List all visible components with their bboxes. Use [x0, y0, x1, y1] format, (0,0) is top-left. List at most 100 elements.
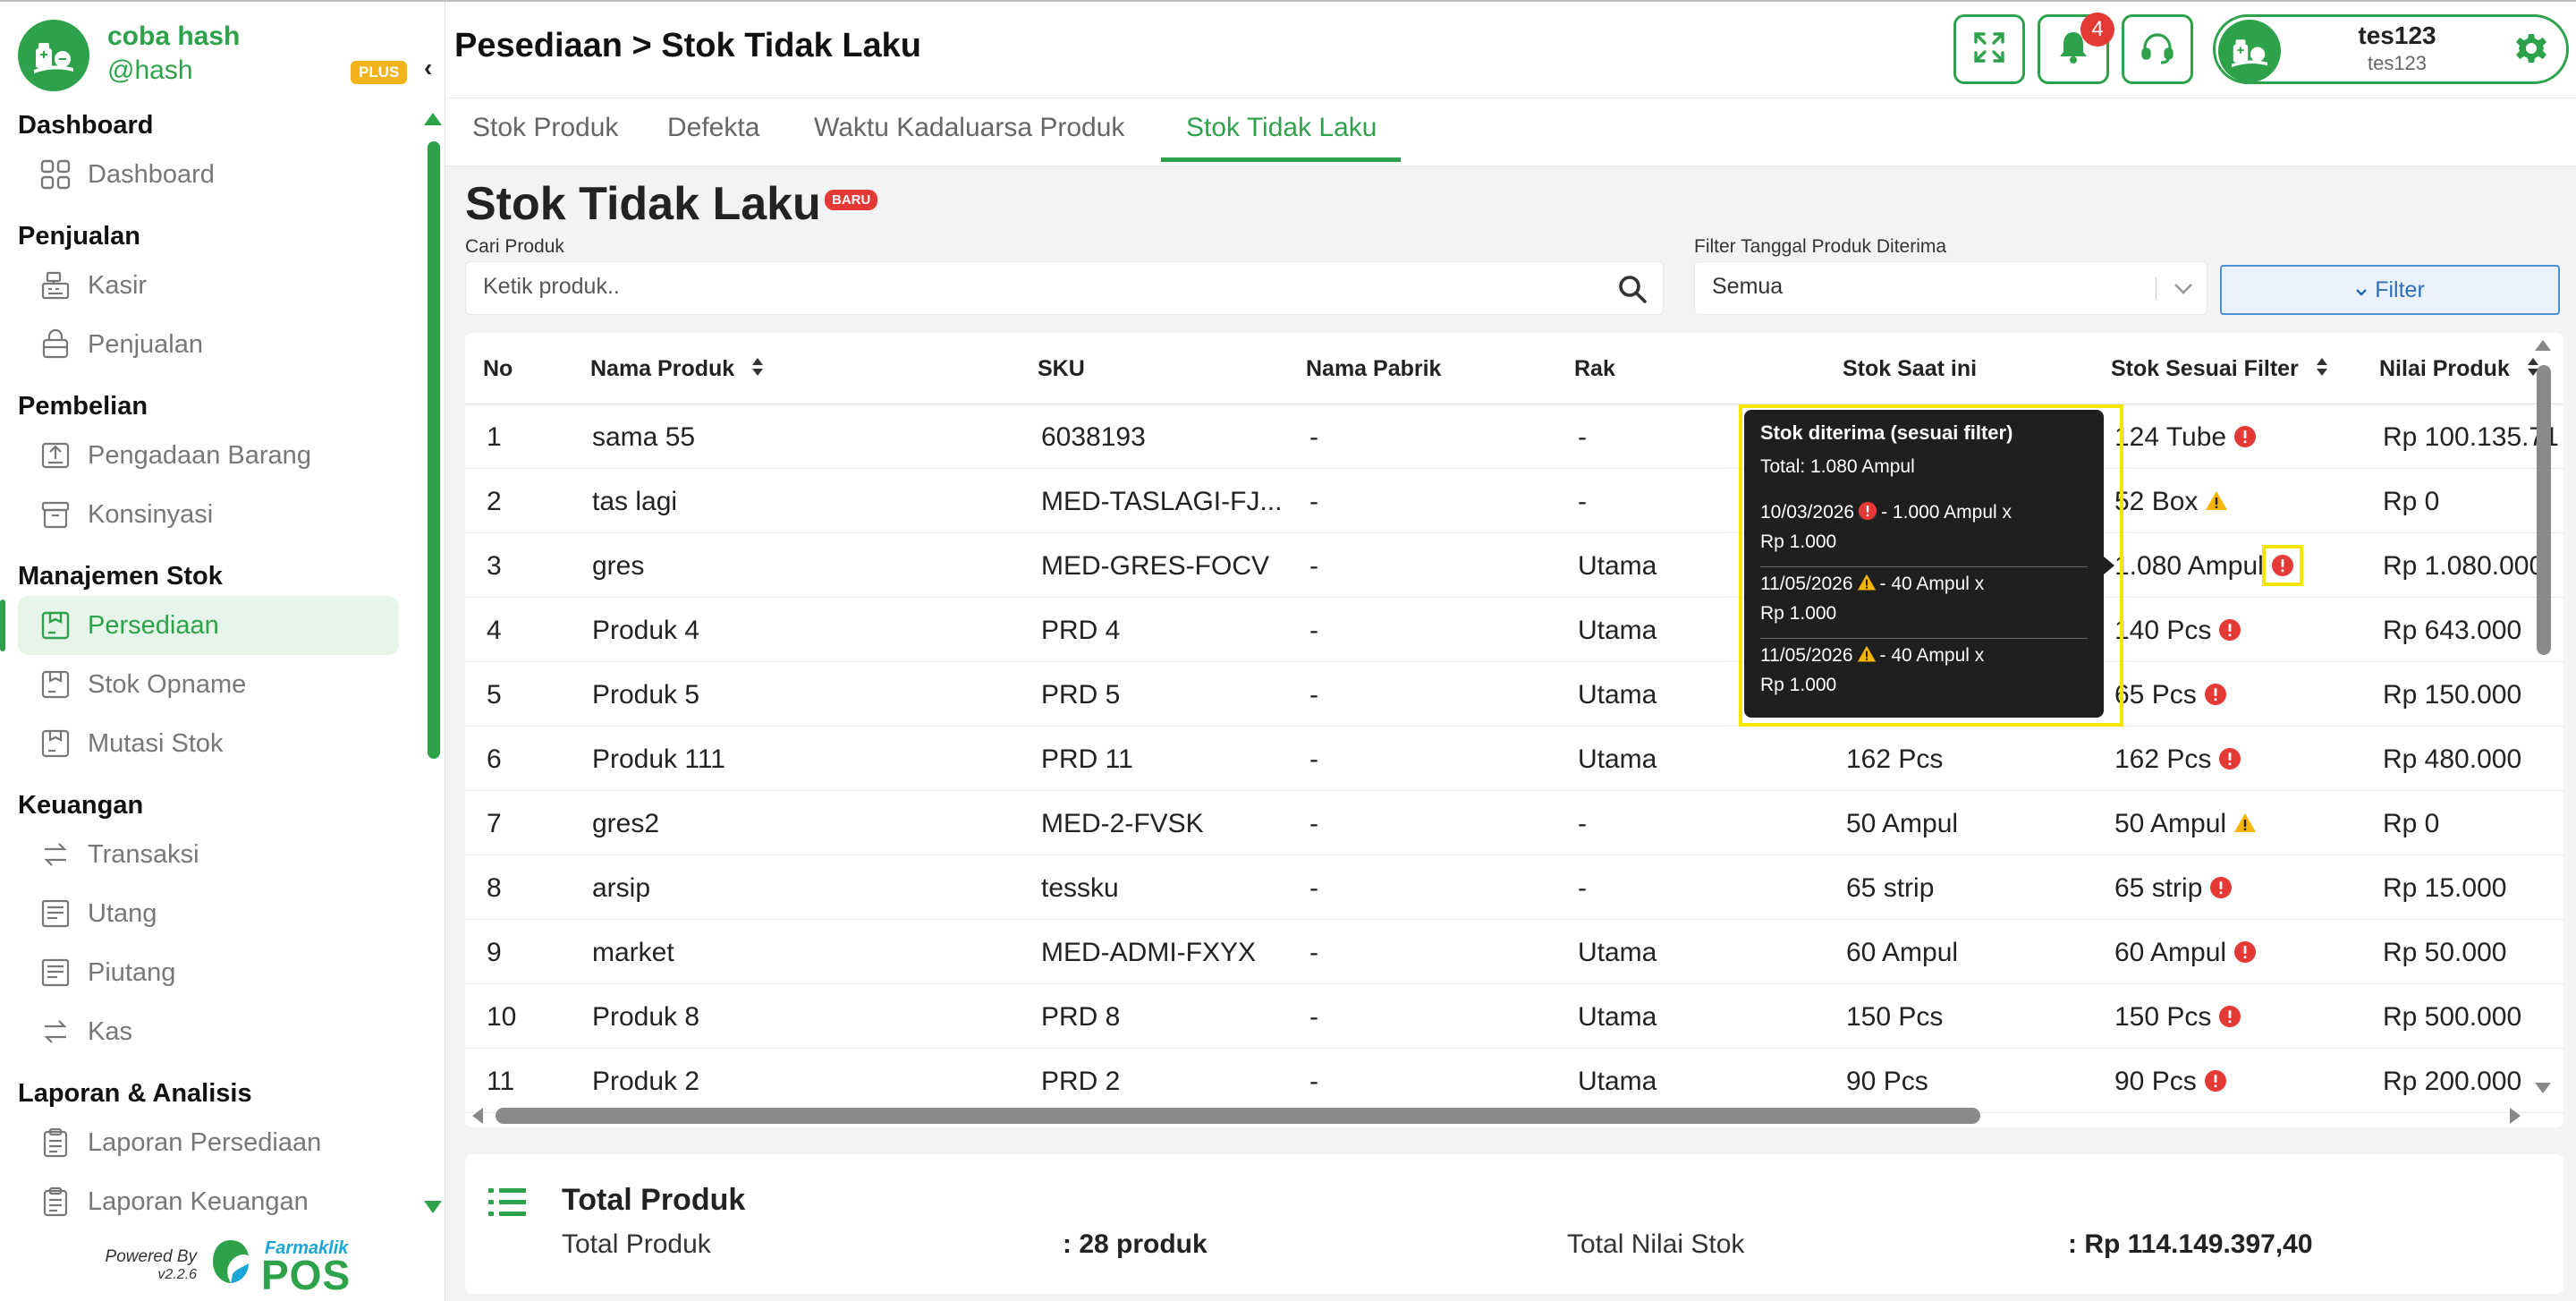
table-cell-pabrik: - — [1309, 551, 1318, 582]
table-vertical-scrollbar-thumb[interactable] — [2537, 365, 2551, 655]
settings-gear-icon[interactable] — [2515, 32, 2547, 64]
alert-icon[interactable] — [2218, 747, 2241, 770]
entry-quantity: - 40 Ampul x — [1879, 645, 1985, 666]
table-scroll-up-arrow-icon[interactable] — [2535, 340, 2551, 351]
cell-text: 90 Pcs — [1846, 1067, 1928, 1096]
column-header-nama-produk[interactable]: Nama Produk — [590, 356, 764, 383]
alert-icon[interactable] — [2204, 683, 2227, 706]
table-cell-name: market — [592, 938, 674, 968]
table-cell-stok: 162 Pcs — [1846, 744, 1943, 775]
tab-stok-produk[interactable]: Stok Produk — [472, 113, 618, 143]
cell-text: 9 — [487, 938, 502, 967]
cell-text: - — [1578, 422, 1587, 452]
table-row[interactable]: 5Produk 5PRD 5-Utama65 Pcs65 PcsRp 150.0… — [465, 662, 2563, 727]
table-cell-name: gres — [592, 551, 644, 582]
cell-text: market — [592, 938, 674, 967]
table-header: No Nama Produk SKU Nama Pabrik Rak Stok … — [465, 333, 2563, 404]
table-scroll-right-arrow-icon[interactable] — [2510, 1108, 2521, 1124]
table-row[interactable]: 6 Produk 111 PRD 11 - Utama 162 Pcs 162 Pcs Rp … — [465, 727, 2563, 791]
filter-button[interactable]: Filter — [2220, 265, 2560, 315]
alert-icon[interactable] — [2233, 940, 2257, 964]
sidebar-item-stok-opname[interactable]: Stok Opname — [0, 655, 420, 714]
column-header-rak: Rak — [1574, 356, 1615, 381]
search-icon[interactable] — [1617, 274, 1648, 304]
alert-icon[interactable] — [2233, 425, 2257, 448]
table-row[interactable]: 7 gres2 MED-2-FVSK - - 50 Ampul 50 Ampul Rp 0 — [465, 791, 2563, 855]
pharmacy-logo-icon — [18, 20, 89, 91]
sidebar-item-mutasi-stok[interactable]: Mutasi Stok — [0, 714, 420, 773]
tooltip-entry: 11/05/2026 - 40 Ampul x Rp 1.000 — [1760, 567, 2088, 639]
table-cell-nilai: Rp 643.000 — [2383, 616, 2521, 646]
table-cell-pabrik: - — [1309, 873, 1318, 904]
table-cell-nilai: Rp 1.080.000 — [2383, 551, 2544, 582]
table-row[interactable]: 4Produk 4PRD 4-Utama140 Pcs140 PcsRp 643… — [465, 598, 2563, 662]
section-penjualan: Penjualan — [18, 222, 140, 251]
cell-text: Utama — [1578, 938, 1657, 967]
sidebar-scroll-up-arrow-icon[interactable] — [424, 113, 442, 125]
table-row[interactable]: 3gresMED-GRES-FOCV-Utama1.080 Ampul1.080… — [465, 533, 2563, 598]
cell-text: PRD 2 — [1041, 1067, 1121, 1096]
sidebar-item-penjualan[interactable]: Penjualan — [0, 315, 420, 374]
section-keuangan: Keuangan — [18, 791, 144, 820]
alert-icon[interactable] — [2261, 545, 2303, 586]
sidebar-item-dashboard[interactable]: Dashboard — [0, 145, 420, 204]
cell-text: Utama — [1578, 680, 1657, 710]
sidebar-item-persediaan[interactable]: Persediaan — [0, 596, 399, 655]
column-header-no: No — [483, 356, 513, 381]
sidebar-item-piutang[interactable]: Piutang — [0, 943, 420, 1002]
tab-defekta[interactable]: Defekta — [667, 113, 759, 143]
table-cell-filter: 60 Ampul — [2114, 938, 2257, 968]
sidebar-scrollbar-thumb[interactable] — [428, 141, 440, 759]
column-header-stok-sesuai-filter[interactable]: Stok Sesuai Filter — [2111, 356, 2328, 383]
section-laporan-analisis: Laporan & Analisis — [18, 1079, 252, 1108]
sidebar-item-konsinyasi[interactable]: Konsinyasi — [0, 485, 420, 544]
cell-text: - — [1578, 487, 1587, 516]
sidebar-scroll-down-arrow-icon[interactable] — [424, 1201, 442, 1213]
table-cell-nilai: Rp 480.000 — [2383, 744, 2521, 775]
sidebar-item-transaksi[interactable]: Transaksi — [0, 825, 420, 884]
table-cell-sku: PRD 2 — [1041, 1067, 1120, 1097]
inventory-icon — [38, 667, 73, 702]
table-cell-nilai: Rp 0 — [2383, 487, 2439, 517]
entry-price: Rp 1.000 — [1760, 675, 1837, 695]
table-row[interactable]: 11 Produk 2 PRD 2 - Utama 90 Pcs 90 Pcs Rp 200.… — [465, 1049, 2563, 1113]
sidebar-item-kas[interactable]: Kas — [0, 1002, 420, 1061]
collapse-sidebar-chevron-icon[interactable]: ‹ — [424, 54, 432, 82]
table-cell-pabrik: - — [1309, 1002, 1318, 1033]
cell-text: Rp 50.000 — [2383, 938, 2507, 967]
cell-text: 52 Box — [2114, 487, 2199, 516]
tab-waktu-kadaluarsa-produk[interactable]: Waktu Kadaluarsa Produk — [814, 113, 1124, 143]
alert-icon[interactable] — [2218, 1005, 2241, 1028]
sidebar-item-kasir[interactable]: Kasir — [0, 256, 420, 315]
filter-button-label: Filter — [2375, 276, 2425, 302]
table-scroll-left-arrow-icon[interactable] — [472, 1108, 483, 1124]
table-row[interactable]: 9 market MED-ADMI-FXYX - Utama 60 Ampul 60 Amp… — [465, 920, 2563, 984]
sidebar-item-utang[interactable]: Utang — [0, 884, 420, 943]
alert-icon[interactable] — [2209, 876, 2233, 899]
warning-icon[interactable] — [2205, 489, 2228, 513]
stock-table: No Nama Produk SKU Nama Pabrik Rak Stok … — [465, 333, 2563, 1127]
tab-stok-tidak-laku[interactable]: Stok Tidak Laku — [1186, 113, 1377, 143]
alert-icon[interactable] — [2218, 618, 2241, 642]
cell-text: 60 Ampul — [1846, 938, 1959, 967]
table-row[interactable]: 2tas lagiMED-TASLAGI-FJ...--52 Box52 Box… — [465, 469, 2563, 533]
table-row[interactable]: 10 Produk 8 PRD 8 - Utama 150 Pcs 150 Pcs Rp 50… — [465, 984, 2563, 1049]
table-row[interactable]: 8 arsip tessku - - 65 strip 65 strip Rp 15.000 — [465, 855, 2563, 920]
column-header-sku: SKU — [1038, 356, 1085, 381]
column-header-nilai-produk[interactable]: Nilai Produk — [2379, 356, 2539, 383]
table-scroll-down-arrow-icon[interactable] — [2535, 1083, 2551, 1093]
table-horizontal-scrollbar-thumb[interactable] — [496, 1108, 1980, 1124]
sidebar-item-laporan-persediaan[interactable]: Laporan Persediaan — [0, 1113, 420, 1172]
table-cell-pabrik: - — [1309, 487, 1318, 517]
sidebar-item-pengadaan-barang[interactable]: Pengadaan Barang — [0, 426, 420, 485]
fullscreen-button[interactable] — [1953, 14, 2025, 84]
chevron-down-icon[interactable] — [2172, 279, 2195, 297]
search-input[interactable] — [465, 261, 1664, 315]
table-row[interactable]: 1 sama 55 6038193 - - 124 Tube Rp 100.135.71 — [465, 404, 2563, 469]
alert-icon[interactable] — [2204, 1069, 2227, 1093]
support-button[interactable] — [2122, 14, 2193, 84]
sidebar-item-laporan-keuangan[interactable]: Laporan Keuangan — [0, 1172, 420, 1231]
warning-icon[interactable] — [2233, 812, 2257, 835]
warning-icon — [1857, 643, 1877, 663]
cell-text: Rp 0 — [2383, 809, 2440, 838]
